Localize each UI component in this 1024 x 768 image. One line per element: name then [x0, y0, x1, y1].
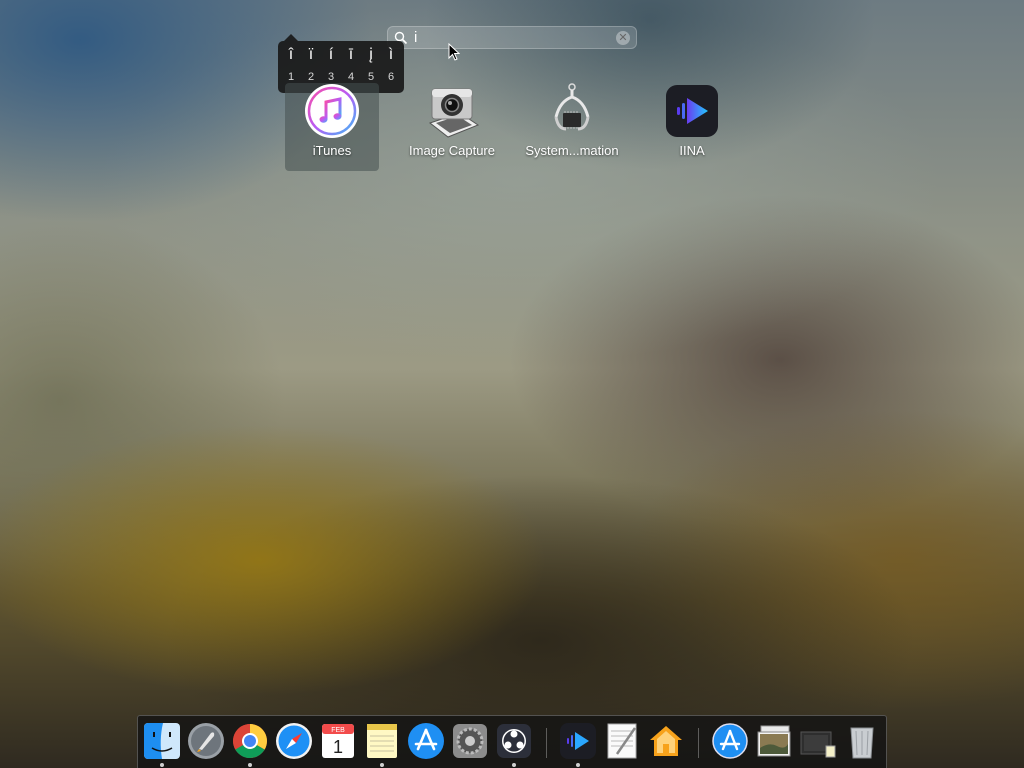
dock-item-launchpad[interactable] — [187, 722, 225, 760]
dock-item-pictures[interactable] — [755, 722, 793, 760]
pictures-stack-icon — [757, 725, 791, 757]
app-label: iTunes — [312, 143, 352, 158]
running-indicator — [248, 763, 252, 767]
svg-text:1: 1 — [333, 737, 343, 757]
search-field[interactable]: i ✕ — [387, 26, 637, 49]
applications-folder-icon — [712, 723, 748, 759]
finder-icon — [144, 723, 180, 759]
dock-item-notes[interactable] — [363, 722, 401, 767]
obs-icon — [497, 724, 531, 758]
mouse-cursor-icon — [448, 43, 460, 61]
app-system-information[interactable]: System...mation — [522, 83, 622, 159]
app-itunes[interactable]: iTunes — [282, 83, 382, 159]
notes-icon — [367, 724, 397, 758]
running-indicator — [512, 763, 516, 767]
home-icon — [650, 726, 682, 756]
dock-item-obs[interactable] — [495, 722, 533, 767]
dock-item-home[interactable] — [647, 722, 685, 760]
running-indicator — [380, 763, 384, 767]
app-label: IINA — [679, 143, 705, 158]
svg-text:FEB: FEB — [331, 727, 345, 734]
dock-item-safari[interactable] — [275, 722, 313, 760]
dock: FEB 1 — [137, 715, 887, 768]
calendar-icon: FEB 1 — [322, 724, 354, 758]
system-preferences-icon — [453, 724, 487, 758]
dock-item-system-preferences[interactable] — [451, 722, 489, 760]
dock-item-calendar[interactable]: FEB 1 — [319, 722, 357, 760]
trash-icon — [850, 727, 874, 759]
app-store-icon — [408, 723, 444, 759]
dock-item-app-store[interactable] — [407, 722, 445, 760]
downloads-stack-icon — [800, 731, 836, 758]
clear-search-icon[interactable]: ✕ — [616, 31, 630, 45]
search-query[interactable]: i — [414, 29, 417, 47]
running-indicator — [160, 763, 164, 767]
launchpad-icon — [188, 723, 224, 759]
accent-option[interactable]: ì6 — [381, 45, 401, 89]
app-label: Image Capture — [409, 143, 495, 158]
app-iina[interactable]: IINA — [642, 83, 742, 159]
dock-item-trash[interactable] — [843, 722, 881, 760]
app-label: System...mation — [525, 143, 619, 158]
dock-separator — [546, 728, 547, 758]
itunes-icon — [304, 83, 360, 139]
image-capture-icon — [424, 83, 480, 139]
iina-icon — [560, 723, 596, 759]
system-information-icon — [544, 83, 600, 139]
safari-icon — [276, 723, 312, 759]
textedit-icon — [607, 723, 637, 759]
dock-separator — [698, 728, 699, 758]
dock-item-iina[interactable] — [559, 722, 597, 767]
running-indicator — [576, 763, 580, 767]
dock-item-textedit[interactable] — [603, 722, 641, 760]
iina-icon — [664, 83, 720, 139]
dock-item-finder[interactable] — [143, 722, 181, 767]
dock-item-chrome[interactable] — [231, 722, 269, 767]
dock-item-applications[interactable] — [711, 722, 749, 760]
dock-item-downloads[interactable] — [799, 722, 837, 760]
chrome-icon — [233, 724, 267, 758]
app-image-capture[interactable]: Image Capture — [402, 83, 502, 159]
